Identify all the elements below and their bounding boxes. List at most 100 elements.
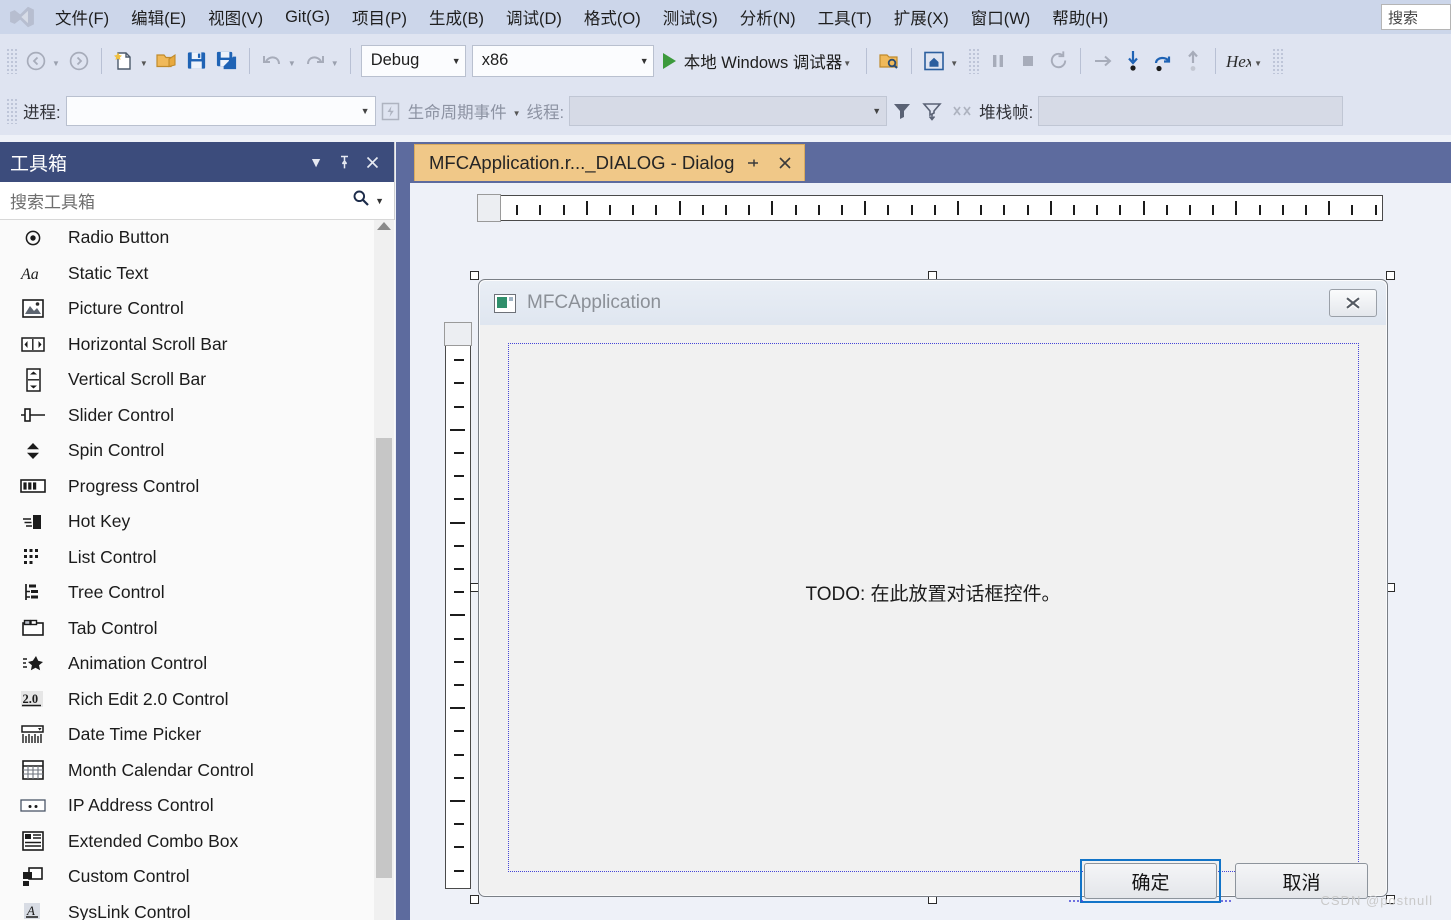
pin-icon[interactable] [740, 150, 766, 176]
resize-handle-nw[interactable] [470, 271, 479, 280]
flag-threads-icon[interactable] [947, 94, 977, 128]
toolbox-item-hot-key[interactable]: Hot Key [0, 504, 395, 540]
new-item-dropdown-icon[interactable]: ▼ [140, 59, 148, 68]
toolbox-item-slider-control[interactable]: Slider Control [0, 398, 395, 434]
toolbox-item-custom-control[interactable]: Custom Control [0, 859, 395, 895]
toolbox-search-box[interactable]: 搜索工具箱 ▼ [0, 182, 394, 220]
menu-item-help[interactable]: 帮助(H) [1041, 0, 1119, 34]
thread-combobox[interactable]: ▼ [569, 96, 888, 126]
toolbox-item-tab-control[interactable]: Tab Control [0, 611, 395, 647]
resize-handle-ne[interactable] [1386, 271, 1395, 280]
clear-filter-icon[interactable] [917, 94, 947, 128]
menu-item-project[interactable]: 项目(P) [341, 0, 418, 34]
toolbox-item-radio-button[interactable]: Radio Button [0, 220, 395, 256]
menu-item-window[interactable]: 窗口(W) [960, 0, 1042, 34]
step-out-icon[interactable] [1178, 44, 1208, 78]
navigate-back-dropdown-icon[interactable]: ▼ [52, 59, 60, 68]
toolbox-item-progress-control[interactable]: Progress Control [0, 469, 395, 505]
global-search-input[interactable]: 搜索 [1381, 4, 1451, 30]
toolbox-item-month-calendar[interactable]: Month Calendar Control [0, 753, 395, 789]
close-icon[interactable] [358, 148, 386, 176]
toolbox-item-extended-combo-box[interactable]: Extended Combo Box [0, 824, 395, 860]
menu-item-file[interactable]: 文件(F) [44, 0, 120, 34]
attach-process-icon[interactable] [874, 44, 904, 78]
open-folder-icon[interactable] [152, 44, 182, 78]
search-icon[interactable] [351, 188, 371, 213]
stackframe-combobox[interactable] [1038, 96, 1344, 126]
restart-icon[interactable] [1043, 44, 1073, 78]
hex-dropdown-icon[interactable]: ▼ [1254, 59, 1262, 68]
close-window-icon[interactable] [1329, 289, 1377, 317]
toolbar-grip[interactable] [1272, 47, 1285, 74]
chevron-down-icon[interactable]: ▼ [302, 148, 330, 176]
toolbox-item-date-time-picker[interactable]: Date Time Picker [0, 717, 395, 753]
toolbar-grip[interactable] [6, 98, 18, 124]
toolbox-item-horizontal-scroll-bar[interactable]: Horizontal Scroll Bar [0, 327, 395, 363]
scroll-up-arrow-icon[interactable] [377, 222, 391, 230]
toolbox-item-ip-address[interactable]: IP Address Control [0, 788, 395, 824]
filter-icon[interactable] [887, 94, 917, 128]
menu-item-view[interactable]: 视图(V) [197, 0, 274, 34]
toolbox-search-input[interactable]: 搜索工具箱 [10, 188, 351, 213]
chevron-down-icon[interactable]: ▼ [513, 109, 521, 118]
toolbox-item-vertical-scroll-bar[interactable]: Vertical Scroll Bar [0, 362, 395, 398]
pin-icon[interactable] [330, 148, 358, 176]
todo-placeholder-text[interactable]: TODO: 在此放置对话框控件。 [480, 579, 1386, 606]
redo-dropdown-icon[interactable]: ▼ [331, 59, 339, 68]
step-over-icon[interactable] [1148, 44, 1178, 78]
configuration-combobox[interactable]: Debug ▼ [360, 44, 466, 77]
toolbar-grip[interactable] [968, 47, 981, 74]
toolbox-scrollbar[interactable] [374, 220, 394, 920]
toolbar-grip[interactable] [6, 47, 18, 74]
dialog-designer-canvas[interactable]: MFCApplication TODO: 在此放置对话框控件。 确定 取消 [410, 183, 1451, 920]
scrollbar-thumb[interactable] [376, 438, 392, 878]
undo-icon[interactable] [257, 44, 287, 78]
redo-icon[interactable] [300, 44, 330, 78]
lifecycle-events-icon[interactable] [376, 94, 406, 128]
ok-button-selection-outline [1080, 859, 1221, 903]
step-into-icon[interactable] [1118, 44, 1148, 78]
process-combobox[interactable]: ▼ [65, 96, 376, 126]
menu-item-tools[interactable]: 工具(T) [807, 0, 883, 34]
menu-item-format[interactable]: 格式(O) [573, 0, 652, 34]
toolbox-item-rich-edit[interactable]: 2.0 Rich Edit 2.0 Control [0, 682, 395, 718]
menu-item-analyze[interactable]: 分析(N) [729, 0, 807, 34]
dialog-selection[interactable]: MFCApplication TODO: 在此放置对话框控件。 确定 取消 [470, 271, 1395, 904]
undo-dropdown-icon[interactable]: ▼ [288, 59, 296, 68]
toolbox-item-static-text[interactable]: Aa Static Text [0, 256, 395, 292]
menu-item-build[interactable]: 生成(B) [418, 0, 495, 34]
chevron-down-icon[interactable]: ▼ [375, 196, 384, 206]
platform-combobox[interactable]: x86 ▼ [471, 44, 654, 77]
resize-handle-sw[interactable] [470, 895, 479, 904]
close-icon[interactable] [772, 150, 798, 176]
live-share-dropdown-icon[interactable]: ▼ [950, 59, 958, 68]
navigate-forward-icon[interactable] [64, 44, 94, 78]
save-icon[interactable] [182, 44, 212, 78]
pause-icon[interactable] [983, 44, 1013, 78]
document-tab-dialog[interactable]: MFCApplication.r..._DIALOG - Dialog [414, 144, 806, 181]
toolbox-item-spin-control[interactable]: Spin Control [0, 433, 395, 469]
menu-item-git[interactable]: Git(G) [274, 0, 341, 34]
menu-item-debug[interactable]: 调试(D) [495, 0, 573, 34]
save-all-icon[interactable] [212, 44, 242, 78]
toolbox-item-label: Hot Key [68, 511, 131, 532]
toolbox-item-tree-control[interactable]: Tree Control [0, 575, 395, 611]
start-debugging-button[interactable]: 本地 Windows 调试器 ▼ [657, 44, 860, 78]
navigate-back-icon[interactable] [21, 44, 51, 78]
mfc-dialog-preview[interactable]: MFCApplication TODO: 在此放置对话框控件。 确定 取消 [478, 279, 1388, 904]
toolbox-item-label: Radio Button [68, 227, 170, 248]
toolbox-item-animation-control[interactable]: Animation Control [0, 646, 395, 682]
live-share-icon[interactable] [919, 44, 949, 78]
show-next-statement-icon[interactable] [1088, 44, 1118, 78]
chevron-down-icon[interactable]: ▼ [843, 59, 851, 68]
new-item-icon[interactable] [109, 44, 139, 78]
menu-item-edit[interactable]: 编辑(E) [120, 0, 197, 34]
hex-display-icon[interactable]: Hex [1223, 44, 1253, 78]
stop-icon[interactable] [1013, 44, 1043, 78]
toolbox-item-syslink-control[interactable]: A SysLink Control [0, 895, 395, 920]
toolbox-item-picture-control[interactable]: Picture Control [0, 291, 395, 327]
dialog-client-area[interactable]: TODO: 在此放置对话框控件。 确定 取消 [480, 325, 1386, 904]
menu-item-extensions[interactable]: 扩展(X) [883, 0, 960, 34]
menu-item-test[interactable]: 测试(S) [652, 0, 729, 34]
toolbox-item-list-control[interactable]: List Control [0, 540, 395, 576]
